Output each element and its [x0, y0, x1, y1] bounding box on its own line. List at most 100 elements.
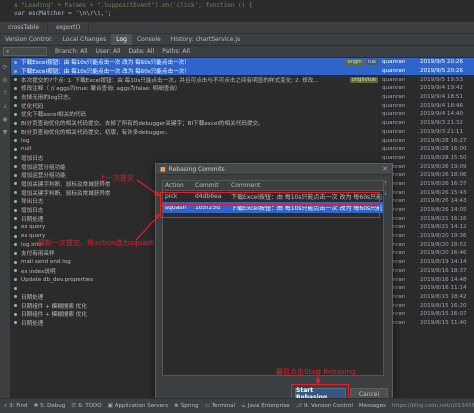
commit-author: quanran	[382, 120, 406, 127]
log-row[interactable]: 本次提交的7个点: 1. 下载Excel按钮：由 每10s只能点击一次，并且可点…	[11, 75, 474, 84]
commit-date: 2019/8/16 11:14	[420, 285, 467, 292]
log-row[interactable]: 增加日志 quanran 2019/8/28 15:50	[11, 154, 474, 163]
status-tool-1[interactable]: ✱ 5: Debug	[33, 403, 65, 409]
status-tool-2[interactable]: ☰ 6: TODO	[71, 403, 101, 409]
commit-date: 2019/8/16 18:37	[420, 267, 467, 274]
log-row[interactable]: BI分页查询优化的相关代码提交，初版，有许多debugger。 quanran 20…	[11, 128, 474, 137]
close-icon[interactable]: ✕	[382, 165, 388, 173]
todo-icon: ☰	[71, 403, 77, 409]
reorder-buttons: ↑ ↓	[382, 180, 390, 197]
log-toolbar: ⟳ ⚙ ↑ ↓ ◉ ▼	[0, 58, 11, 398]
breadcrumb-item[interactable]: export()	[48, 22, 90, 33]
log-row[interactable]: 修改注释（ // aggs为true: 聚合查询; aggs为false: 明细…	[11, 84, 474, 93]
graph-node-icon	[11, 165, 19, 169]
status-tool-3[interactable]: ▣ Application Servers	[108, 403, 169, 409]
commit-date: 2019/9/4 18:46	[420, 102, 464, 109]
log-row[interactable]: 下载Excel按钮：由 每10s只能点击一次 改为 每60s只能点击一次！ ori…	[11, 58, 474, 67]
refresh-icon[interactable]: ⟳	[2, 64, 9, 71]
commit-date: 2019/8/16 14:48	[420, 276, 467, 283]
filter-branch[interactable]: Branch: All	[55, 48, 88, 55]
graph-node-icon	[11, 208, 19, 212]
tab-history[interactable]: History: chartService.js	[166, 34, 245, 45]
status-tool-6[interactable]: ☕ Java Enterprise	[241, 403, 290, 409]
filter-user[interactable]: User: All	[96, 48, 121, 55]
commit-author: quanran	[382, 154, 406, 161]
log-row[interactable]: 优化下载excel相关的代码 quanran 2019/9/4 14:40	[11, 110, 474, 119]
filter-icon[interactable]: ▼	[2, 129, 9, 136]
commit-author: quanran	[382, 59, 406, 66]
commit-date: 2019/8/15 16:07	[420, 311, 467, 318]
eye-icon[interactable]: ◉	[2, 116, 9, 123]
breadcrumb-item[interactable]: crossTable	[0, 22, 49, 33]
commit-author: quanran	[382, 146, 406, 153]
graph-node-icon	[11, 286, 19, 290]
commit-date: 2019/8/20 19:36	[420, 233, 467, 240]
commit-date: 2019/8/20 18:52	[420, 241, 467, 248]
dialog-title: Rebasing Commits	[168, 165, 225, 173]
filter-paths[interactable]: Paths: All	[162, 48, 190, 55]
settings-icon[interactable]: ⚙	[2, 77, 9, 84]
log-row[interactable]: null quanran 2019/8/28 16:00	[11, 145, 474, 154]
table-header: Action Commit Comment	[163, 181, 383, 191]
terminal-icon: ▭	[204, 403, 210, 409]
commit-date: 2019/9/5 20:26	[420, 59, 464, 66]
commit-message: 本次提交的7个点: 1. 下载Excel按钮：由 每10s只能点击一次，并且可点…	[21, 77, 319, 84]
graph-node-icon	[11, 182, 19, 186]
graph-node-icon	[11, 312, 19, 316]
status-tool-label: 5: Debug	[40, 403, 66, 409]
search-icon: ⌕	[6, 47, 10, 55]
graph-node-icon	[11, 225, 19, 229]
graph-node-icon	[11, 112, 19, 116]
graph-node-icon	[11, 69, 19, 73]
graph-node-icon	[11, 251, 19, 255]
commit-message: 优化下载excel相关的代码	[21, 112, 86, 119]
move-down-icon[interactable]: ↓	[382, 190, 389, 197]
commit-date: 2019/8/19 14:14	[420, 259, 467, 266]
java-icon: ☕	[240, 403, 246, 409]
column-action: Action	[165, 182, 184, 189]
status-tool-7[interactable]: ⎇ 9: Version Control	[296, 403, 353, 409]
commit-date: 2019/8/28 16:27	[420, 137, 467, 144]
commit-message: 优化代码	[21, 103, 44, 110]
down-arrow-icon[interactable]: ↓	[2, 103, 9, 110]
log-row[interactable]: 去掉无用的log日志。 quanran 2019/9/4 18:51	[11, 93, 474, 102]
commit-date: 2019/8/26 14:43	[420, 198, 467, 205]
status-tool-4[interactable]: ❀ Spring	[174, 403, 198, 409]
status-tool-5[interactable]: ▭ Terminal	[205, 403, 235, 409]
debug-icon: ✱	[33, 403, 39, 409]
up-arrow-icon[interactable]: ↑	[2, 90, 9, 97]
commit-date: 2019/9/4 14:40	[420, 111, 464, 118]
commit-author: quanran	[382, 76, 406, 83]
tab-console[interactable]: Console	[132, 34, 166, 45]
status-tool-label: 6: TODO	[78, 403, 102, 409]
commit-author: quanran	[382, 68, 406, 75]
filter-date[interactable]: Date: All	[128, 48, 154, 55]
graph-node-icon	[11, 295, 19, 299]
log-row[interactable]: log quanran 2019/8/28 16:27	[11, 136, 474, 145]
spring-icon: ❀	[174, 403, 179, 409]
tab-log[interactable]: Log	[111, 34, 132, 45]
status-tool-label: Java Enterprise	[247, 403, 290, 409]
move-up-icon[interactable]: ↑	[382, 180, 389, 187]
status-tool-label: 9: Version Control	[303, 403, 353, 409]
log-row[interactable]: 下载Excel按钮：由 每10s只能点击一次 改为 每60s只能点击一次！ qua…	[11, 66, 474, 76]
graph-node-icon	[11, 199, 19, 203]
annotation-prev-commit: 上一次提交	[99, 174, 134, 182]
code-line: s "Loading" + Params + ".SuppositEvent")…	[14, 2, 253, 9]
ref-tag: origin	[345, 59, 364, 66]
log-row[interactable]: 优化代码 quanran 2019/9/4 18:46	[11, 101, 474, 110]
annotation-final-click: 最后点击Start Rebasing	[276, 368, 356, 376]
graph-node-icon	[11, 217, 19, 221]
status-tool-0[interactable]: ⌕ 3: Find	[4, 403, 27, 410]
ref-tag: origin/rue	[349, 76, 378, 83]
annotation-this-commit: 最新一次提交，将action选为squash	[38, 239, 155, 247]
status-messages[interactable]: Messages	[359, 403, 386, 409]
log-row[interactable]: BI分页查询优化的相关代码提交。去掉了所有的debugger关键字；BI下载ex…	[11, 119, 474, 128]
graph-node-icon	[11, 243, 19, 247]
graph-node-icon	[11, 260, 19, 264]
tab-local-changes[interactable]: Local Changes	[58, 34, 112, 45]
commit-message: log	[21, 137, 30, 144]
log-search-input[interactable]: ⌕	[3, 47, 47, 56]
highlight-squash-row	[160, 205, 380, 218]
commit-date: 2019/9/4 19:42	[420, 85, 464, 92]
